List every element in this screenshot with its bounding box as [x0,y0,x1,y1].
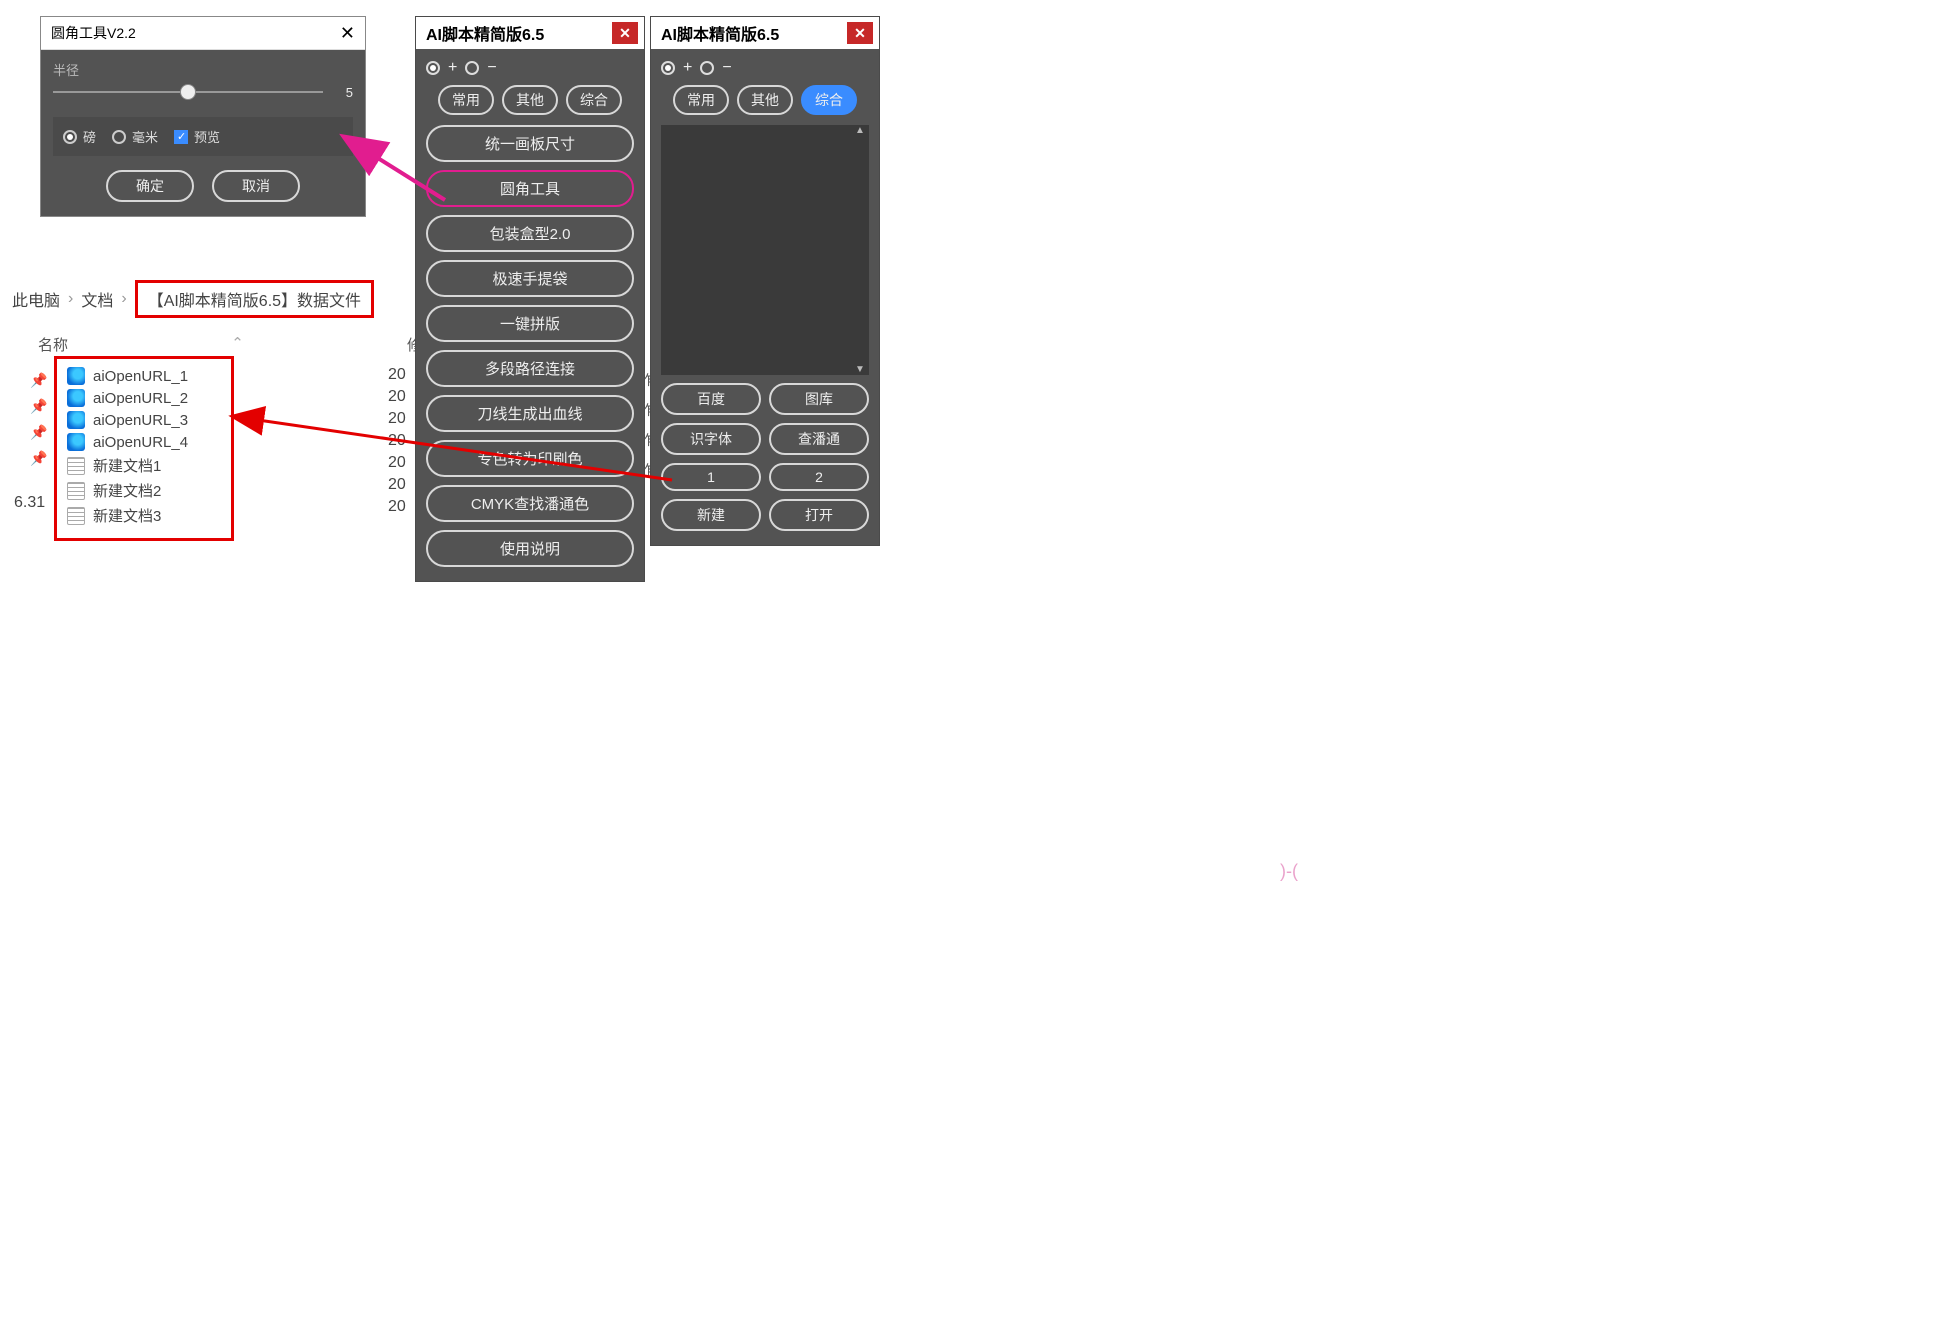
category-tab[interactable]: 综合 [801,85,857,115]
script-button[interactable]: 刀线生成出血线 [426,395,634,432]
category-tab[interactable]: 常用 [673,85,729,115]
checkbox-on-icon [174,130,188,144]
watermark: )-( [1280,861,1298,882]
category-tab[interactable]: 其他 [502,85,558,115]
script-button[interactable]: CMYK查找潘通色 [426,485,634,522]
file-name: aiOpenURL_3 [93,412,188,429]
partial-date: 20 [388,432,406,450]
partial-date: 20 [388,454,406,472]
chevron-right-icon: › [121,290,126,308]
unit-pt-radio[interactable]: 磅 [63,127,96,146]
script-button[interactable]: 多段路径连接 [426,350,634,387]
close-icon[interactable]: ✕ [340,24,355,42]
category-tab[interactable]: 常用 [438,85,494,115]
file-name: 新建文档2 [93,480,161,501]
script-button[interactable]: 使用说明 [426,530,634,567]
grid-button[interactable]: 新建 [661,499,761,531]
category-tab[interactable]: 其他 [737,85,793,115]
edge-file-icon [67,411,85,429]
close-icon[interactable]: ✕ [847,22,873,44]
file-name: 新建文档1 [93,455,161,476]
radio-on-icon [63,130,77,144]
script-panel-buttons: AI脚本精简版6.5 ✕ + − 常用其他综合 统一画板尺寸圆角工具包装盒型2.… [415,16,645,582]
file-row[interactable]: 新建文档3 [67,503,221,528]
radius-label: 半径 [53,60,353,79]
panel-title: AI脚本精简版6.5 [661,21,779,45]
file-name: aiOpenURL_1 [93,368,188,385]
edge-file-icon [67,367,85,385]
file-row[interactable]: aiOpenURL_3 [67,409,221,431]
chevron-right-icon: › [68,290,73,308]
text-file-icon [67,457,85,475]
partial-date: 20 [388,476,406,494]
radius-slider[interactable] [53,91,323,93]
grid-button[interactable]: 打开 [769,499,869,531]
radius-value: 5 [333,85,353,100]
panel-title: AI脚本精简版6.5 [426,21,544,45]
empty-list-area [661,125,869,375]
col-name[interactable]: 名称 [38,334,68,355]
script-button[interactable]: 统一画板尺寸 [426,125,634,162]
file-name: aiOpenURL_4 [93,434,188,451]
grid-button[interactable]: 图库 [769,383,869,415]
version-row-label: 6.31 [14,494,45,512]
file-row[interactable]: 新建文档1 [67,453,221,478]
script-button[interactable]: 包装盒型2.0 [426,215,634,252]
unit-mm-radio[interactable]: 毫米 [112,127,158,146]
pin-icon: 📌 [30,372,47,389]
partial-date: 20 [388,410,406,428]
radio-off-icon [112,130,126,144]
partial-date-column: 20 20 20 20 20 20 20 [388,366,406,516]
file-row[interactable]: aiOpenURL_2 [67,387,221,409]
crumb-folder-highlight: 【AI脚本精简版6.5】数据文件 [135,280,374,318]
file-list-highlight: aiOpenURL_1 aiOpenURL_2 aiOpenURL_3 aiOpenU… [54,356,234,541]
grid-button[interactable]: 查潘通 [769,423,869,455]
grid-button[interactable]: 2 [769,463,869,491]
dialog-title: 圆角工具V2.2 [51,23,136,43]
breadcrumb: 此电脑 › 文档 › 【AI脚本精简版6.5】数据文件 [12,280,374,318]
crumb-docs[interactable]: 文档 [81,287,113,311]
script-panel-composite: AI脚本精简版6.5 ✕ + − 常用其他综合 百度图库识字体查潘通12新建打开 [650,16,880,546]
preview-checkbox[interactable]: 预览 [174,127,220,146]
grid-button[interactable]: 百度 [661,383,761,415]
file-row[interactable]: 新建文档2 [67,478,221,503]
grid-button[interactable]: 1 [661,463,761,491]
edge-file-icon [67,389,85,407]
mode-plus-radio[interactable] [426,61,440,75]
scrollbar[interactable] [853,125,867,375]
edge-file-icon [67,433,85,451]
crumb-root[interactable]: 此电脑 [12,287,60,311]
round-corner-dialog: 圆角工具V2.2 ✕ 半径 5 磅 毫米 预览 确定 [40,16,366,217]
close-icon[interactable]: ✕ [612,22,638,44]
grid-button[interactable]: 识字体 [661,423,761,455]
pin-icon: 📌 [30,450,47,467]
file-name: 新建文档3 [93,505,161,526]
pin-icon: 📌 [30,398,47,415]
cancel-button[interactable]: 取消 [212,170,300,202]
file-name: aiOpenURL_2 [93,390,188,407]
mode-minus-radio[interactable] [465,61,479,75]
script-button[interactable]: 专色转为印刷色 [426,440,634,477]
partial-date: 20 [388,366,406,384]
file-row[interactable]: aiOpenURL_1 [67,365,221,387]
pin-icon: 📌 [30,424,47,441]
mode-minus-radio[interactable] [700,61,714,75]
pin-column: 📌 📌 📌 📌 [30,372,47,467]
crumb-folder[interactable]: 【AI脚本精简版6.5】数据文件 [148,287,361,311]
sort-indicator-icon: ⌃ [231,334,244,355]
script-button[interactable]: 极速手提袋 [426,260,634,297]
slider-thumb-icon[interactable] [180,84,196,100]
text-file-icon [67,507,85,525]
ok-button[interactable]: 确定 [106,170,194,202]
script-button[interactable]: 一键拼版 [426,305,634,342]
category-tab[interactable]: 综合 [566,85,622,115]
mode-plus-radio[interactable] [661,61,675,75]
file-row[interactable]: aiOpenURL_4 [67,431,221,453]
partial-date: 20 [388,498,406,516]
text-file-icon [67,482,85,500]
partial-date: 20 [388,388,406,406]
script-button[interactable]: 圆角工具 [426,170,634,207]
